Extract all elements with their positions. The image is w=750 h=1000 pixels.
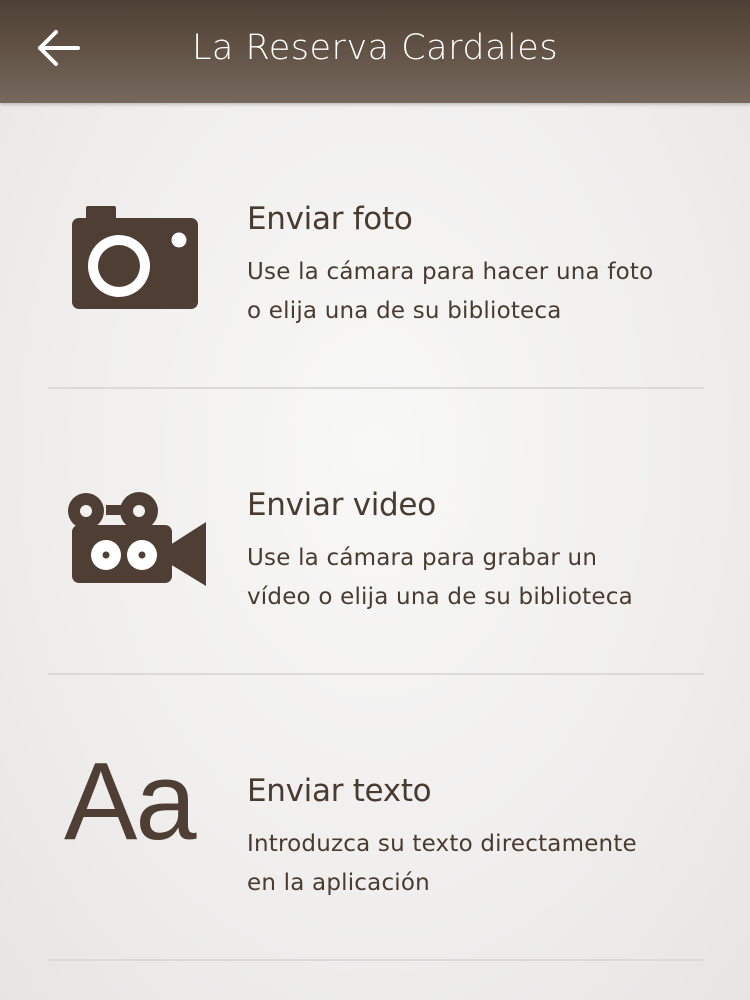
option-description: Use la cámara para hacer una foto o elij… bbox=[247, 253, 707, 331]
app-screen: La Reserva Cardales Enviar foto Use la c… bbox=[0, 0, 750, 1000]
option-description-line: o elija una de su biblioteca bbox=[247, 298, 562, 324]
option-description: Introduzca su texto directamente en la a… bbox=[247, 825, 707, 903]
option-description-line: en la aplicación bbox=[247, 870, 430, 896]
video-camera-icon bbox=[64, 489, 214, 609]
option-description-line: Introduzca su texto directamente bbox=[247, 831, 637, 857]
option-description-line: Use la cámara para hacer una foto bbox=[247, 259, 654, 285]
send-text-option[interactable]: Aa Enviar texto Introduzca su texto dire… bbox=[0, 675, 750, 961]
navigation-bar: La Reserva Cardales bbox=[0, 0, 750, 103]
page-title: La Reserva Cardales bbox=[191, 28, 559, 68]
option-title: Enviar video bbox=[247, 487, 436, 523]
option-title: Enviar texto bbox=[247, 773, 432, 809]
send-video-option[interactable]: Enviar video Use la cámara para grabar u… bbox=[0, 389, 750, 675]
divider bbox=[48, 959, 704, 961]
camera-icon bbox=[64, 203, 214, 323]
send-photo-option[interactable]: Enviar foto Use la cámara para hacer una… bbox=[0, 103, 750, 389]
text-icon: Aa bbox=[64, 740, 197, 863]
option-description-line: vídeo o elija una de su biblioteca bbox=[247, 584, 633, 610]
option-description: Use la cámara para grabar un vídeo o eli… bbox=[247, 539, 707, 617]
option-description-line: Use la cámara para grabar un bbox=[247, 545, 598, 571]
option-title: Enviar foto bbox=[247, 201, 413, 237]
options-list: Enviar foto Use la cámara para hacer una… bbox=[0, 103, 750, 961]
